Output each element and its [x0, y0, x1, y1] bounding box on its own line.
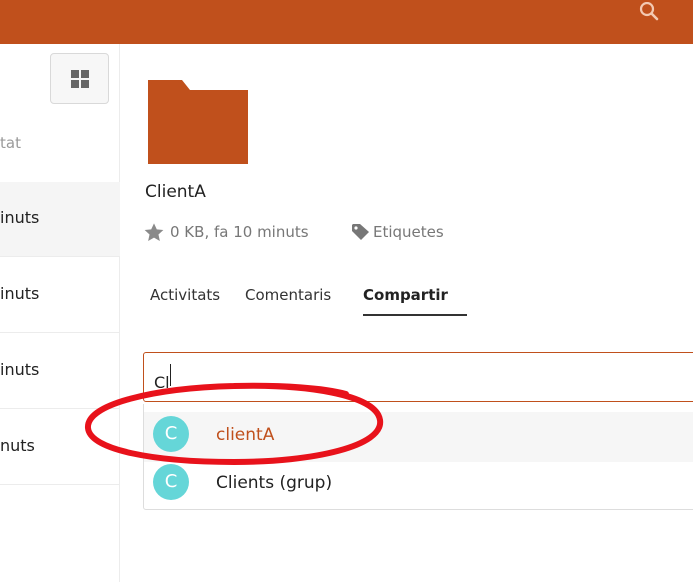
- view-toggle-button[interactable]: [50, 53, 109, 104]
- suggestion-label: Clients (grup): [216, 473, 333, 493]
- tab-activity[interactable]: Activitats: [150, 286, 220, 314]
- grid-icon: [71, 70, 89, 88]
- file-row-modified: nuts: [0, 436, 35, 455]
- file-name: ClientA: [145, 182, 206, 202]
- file-row[interactable]: nuts: [0, 410, 120, 485]
- file-row-modified: inuts: [0, 360, 40, 379]
- search-icon[interactable]: [636, 1, 662, 24]
- tags-link[interactable]: Etiquetes: [373, 223, 444, 241]
- folder-icon: [148, 80, 248, 168]
- file-row[interactable]: inuts: [0, 258, 120, 333]
- file-info: 0 KB, fa 10 minuts: [170, 223, 309, 241]
- file-row[interactable]: inuts: [0, 334, 120, 409]
- file-list: tat inuts inuts inuts nuts: [0, 44, 120, 582]
- file-row-modified: inuts: [0, 284, 40, 303]
- tab-comments[interactable]: Comentaris: [245, 286, 331, 314]
- avatar: C: [153, 464, 189, 500]
- suggestion-clienta[interactable]: C clientA: [144, 412, 693, 462]
- share-with-input[interactable]: [143, 352, 693, 402]
- file-row[interactable]: inuts: [0, 182, 120, 257]
- suggestion-clients-group[interactable]: C Clients (grup): [144, 460, 693, 510]
- text-caret: [170, 364, 171, 386]
- share-suggestions-dropdown: C clientA C Clients (grup): [143, 404, 693, 510]
- tab-sharing[interactable]: Compartir: [363, 286, 467, 316]
- avatar: C: [153, 416, 189, 452]
- column-header-modified[interactable]: tat: [0, 134, 21, 152]
- tag-icon[interactable]: [351, 223, 371, 245]
- star-icon[interactable]: [143, 222, 165, 247]
- tab-sharing-label: Compartir: [363, 286, 448, 304]
- file-row-modified: inuts: [0, 208, 40, 227]
- suggestion-label: clientA: [216, 425, 275, 445]
- top-bar: [0, 0, 693, 44]
